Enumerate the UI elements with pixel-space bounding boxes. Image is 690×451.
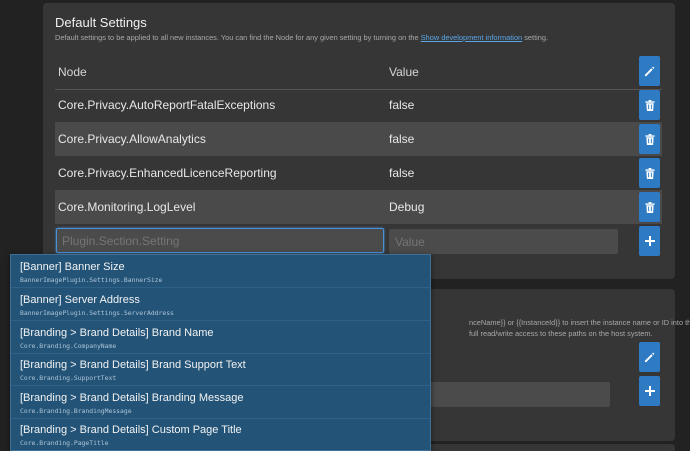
edit-button[interactable] <box>639 342 660 372</box>
table-row: Core.Privacy.AutoReportFatalExceptions f… <box>55 88 662 122</box>
setting-autocomplete-dropdown[interactable]: [Banner] Banner Size BannerImagePlugin.S… <box>10 254 431 451</box>
delete-row-button[interactable] <box>639 158 660 188</box>
edit-settings-button[interactable] <box>639 56 660 86</box>
trash-icon <box>644 133 655 145</box>
option-title: [Branding > Brand Details] Branding Mess… <box>20 392 244 404</box>
description-suffix: setting. <box>524 33 549 42</box>
delete-row-button[interactable] <box>639 192 660 222</box>
option-node: BannerImagePlugin.Settings.BannerSize <box>20 276 163 284</box>
autocomplete-option[interactable]: [Branding > Brand Details] Branding Mess… <box>11 386 430 419</box>
table-row: Core.Monitoring.LogLevel Debug <box>55 190 662 224</box>
show-development-information-link[interactable]: Show development information <box>421 33 522 42</box>
row-node: Core.Privacy.AllowAnalytics <box>58 132 206 146</box>
table-header: Node Value <box>55 55 662 89</box>
autocomplete-option[interactable]: [Branding > Brand Details] Brand Name Co… <box>11 321 430 354</box>
autocomplete-option[interactable]: [Branding > Brand Details] Brand Support… <box>11 353 430 386</box>
table-row: Core.Privacy.AllowAnalytics false <box>55 122 662 156</box>
option-node: Core.Branding.BrandingMessage <box>20 407 132 415</box>
table-row: Core.Privacy.EnhancedLicenceReporting fa… <box>55 156 662 190</box>
row-value: false <box>389 166 415 180</box>
option-node: Core.Branding.PageTitle <box>20 439 109 447</box>
delete-row-button[interactable] <box>639 124 660 154</box>
description-text: Default settings to be applied to all ne… <box>55 33 419 42</box>
plus-icon <box>644 386 655 396</box>
autocomplete-option[interactable]: [Branding > Brand Details] Custom Page T… <box>11 418 430 450</box>
option-title: [Branding > Brand Details] Brand Name <box>20 327 214 339</box>
row-value: false <box>389 132 415 146</box>
option-node: BannerImagePlugin.Settings.ServerAddress <box>20 309 174 317</box>
delete-row-button[interactable] <box>639 90 660 120</box>
option-title: [Branding > Brand Details] Brand Support… <box>20 359 246 371</box>
new-node-input[interactable] <box>56 228 384 253</box>
add-setting-button[interactable] <box>639 226 660 256</box>
value-column-header: Value <box>389 65 419 79</box>
pencil-icon <box>644 352 655 362</box>
plus-icon <box>644 236 655 246</box>
option-title: [Banner] Server Address <box>20 294 140 306</box>
option-title: [Branding > Brand Details] Custom Page T… <box>20 424 242 436</box>
default-settings-panel: Default Settings Default settings to be … <box>43 3 675 279</box>
row-node: Core.Privacy.EnhancedLicenceReporting <box>58 166 277 180</box>
option-title: [Banner] Banner Size <box>20 261 125 273</box>
option-node: Core.Branding.CompanyName <box>20 342 117 350</box>
trash-icon <box>644 167 655 179</box>
row-value: Debug <box>389 200 425 214</box>
pencil-icon <box>644 66 655 76</box>
option-node: Core.Branding.SupportText <box>20 374 117 382</box>
panel-description: Default settings to be applied to all ne… <box>55 33 548 42</box>
panel-title: Default Settings <box>55 15 147 30</box>
autocomplete-option[interactable]: [Banner] Server Address BannerImagePlugi… <box>11 288 430 321</box>
trash-icon <box>644 201 655 213</box>
add-path-button[interactable] <box>639 376 660 406</box>
panel2-description-line1: nceName}} or {{InstanceId}} to insert th… <box>469 318 690 327</box>
row-value: false <box>389 98 415 112</box>
new-value-input[interactable] <box>389 229 618 254</box>
row-node: Core.Privacy.AutoReportFatalExceptions <box>58 98 276 112</box>
node-column-header: Node <box>58 65 87 79</box>
panel2-description-line2: full read/write access to these paths on… <box>469 329 653 338</box>
autocomplete-option[interactable]: [Banner] Banner Size BannerImagePlugin.S… <box>11 255 430 288</box>
trash-icon <box>644 99 655 111</box>
row-node: Core.Monitoring.LogLevel <box>58 200 196 214</box>
